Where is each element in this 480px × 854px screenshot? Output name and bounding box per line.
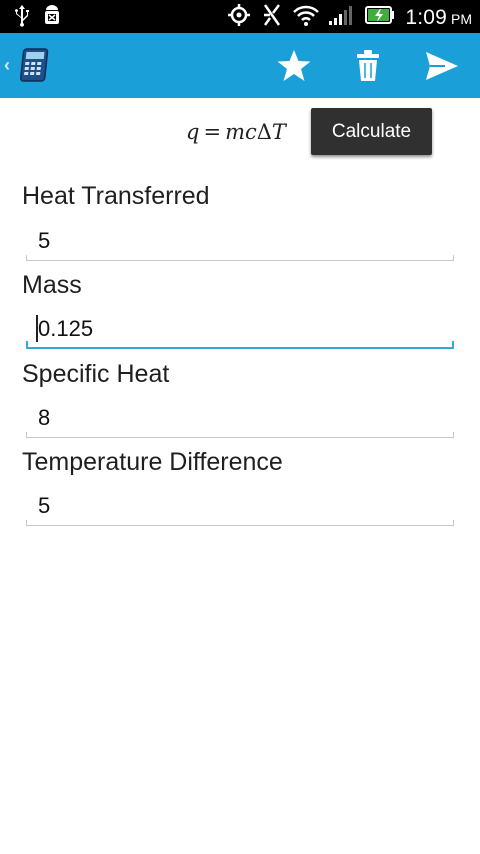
status-ampm: PM xyxy=(451,10,472,27)
vibrate-icon xyxy=(261,3,283,32)
action-bar: ‹ xyxy=(0,33,480,98)
star-icon[interactable] xyxy=(274,47,314,85)
calculator-icon[interactable] xyxy=(17,47,51,83)
heat-transferred-label: Heat Transferred xyxy=(22,182,210,210)
formula-lhs: q xyxy=(186,120,200,144)
specific-heat-underline xyxy=(26,431,454,438)
specific-heat-label: Specific Heat xyxy=(22,360,170,388)
status-bar: 1:09 PM xyxy=(0,0,480,33)
wifi-icon xyxy=(293,4,320,31)
usb-icon xyxy=(14,5,30,32)
signal-icon xyxy=(329,4,355,31)
heat-transferred-underline xyxy=(26,254,454,261)
formula-rhs-end: T xyxy=(271,120,286,144)
trash-icon[interactable] xyxy=(348,47,388,85)
gps-icon xyxy=(227,3,251,32)
temperature-difference-label: Temperature Difference xyxy=(22,448,283,476)
text-caret xyxy=(36,315,38,342)
send-icon[interactable] xyxy=(422,47,462,85)
status-time: 1:09 xyxy=(405,5,447,29)
formula-rhs-vars: mc xyxy=(225,120,257,144)
mass-underline xyxy=(26,341,454,349)
calculate-button[interactable]: Calculate xyxy=(311,108,432,155)
battery-charging-icon xyxy=(365,5,395,30)
mass-label: Mass xyxy=(22,271,82,299)
formula-delta: Δ xyxy=(256,120,272,144)
formula: q = mcΔT xyxy=(186,120,286,144)
up-caret-icon[interactable]: ‹ xyxy=(4,55,10,76)
temperature-difference-underline xyxy=(26,519,454,526)
android-debug-icon xyxy=(42,5,62,32)
formula-equals: = xyxy=(203,120,222,144)
